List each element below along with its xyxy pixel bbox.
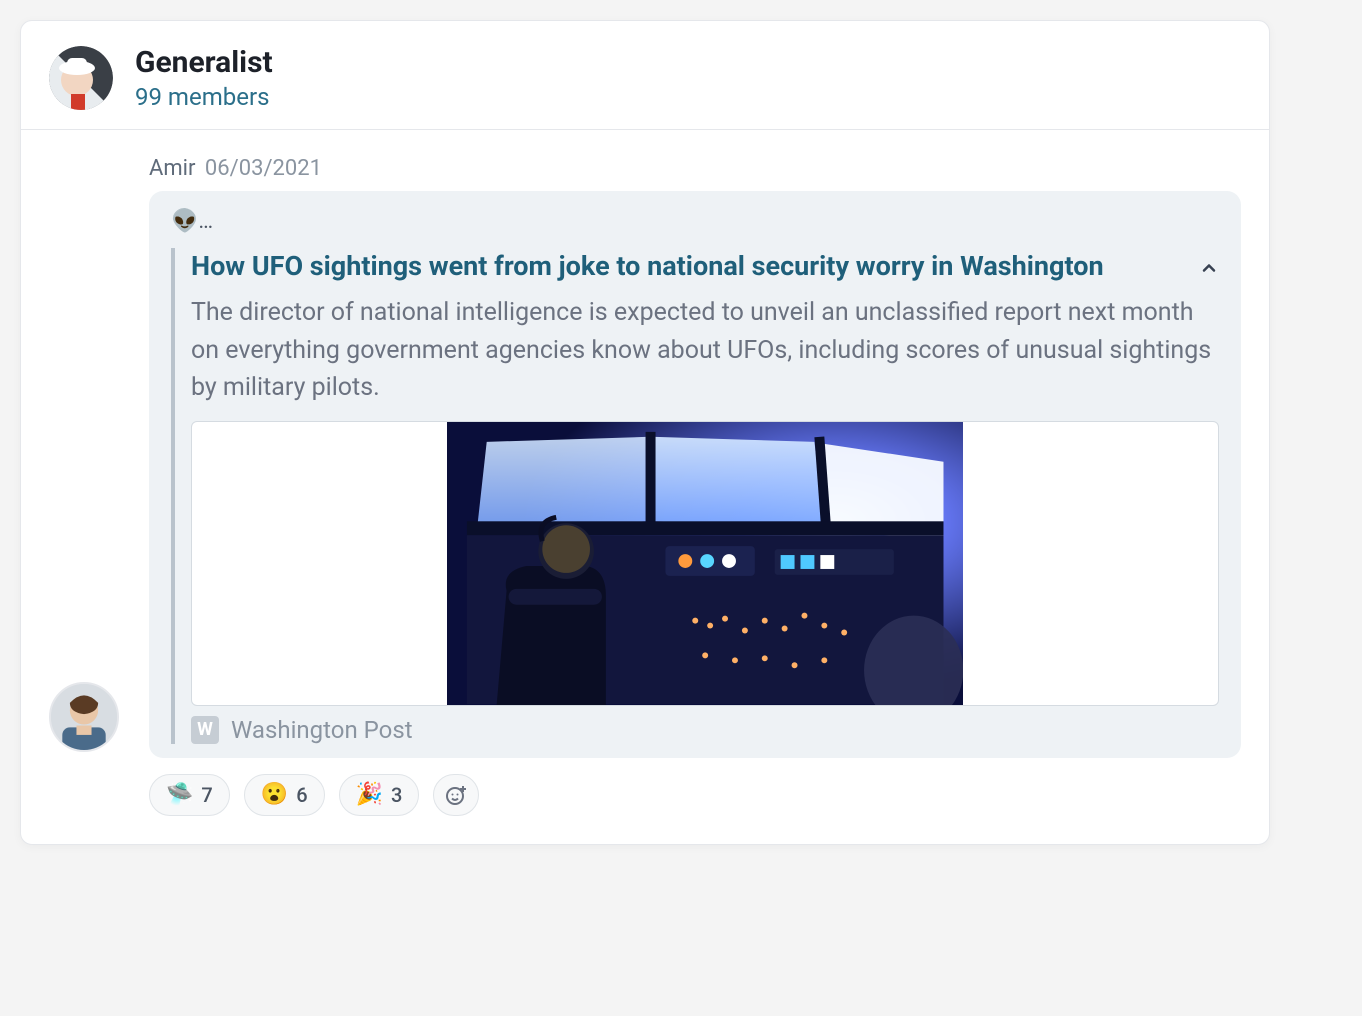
reaction-chip[interactable]: 🛸 7 — [149, 774, 230, 816]
link-image[interactable] — [191, 421, 1219, 706]
reaction-chip[interactable]: 😮 6 — [244, 774, 325, 816]
message-bubble: 👽… How UFO sightings went from joke to n… — [149, 191, 1241, 758]
post-card: Generalist 99 members Amir 06/03/2021 👽…… — [20, 20, 1270, 845]
collapse-toggle[interactable] — [1199, 258, 1219, 282]
reaction-count: 7 — [201, 783, 212, 807]
reactions-bar: 🛸 7 😮 6 🎉 3 — [149, 774, 1241, 816]
reaction-chip[interactable]: 🎉 3 — [339, 774, 420, 816]
group-header: Generalist 99 members — [21, 21, 1269, 130]
link-preview: How UFO sightings went from joke to nati… — [171, 248, 1219, 744]
link-description: The director of national intelligence is… — [191, 294, 1219, 407]
source-name: Washington Post — [231, 716, 413, 744]
reaction-count: 3 — [391, 783, 402, 807]
group-title[interactable]: Generalist — [135, 45, 273, 81]
reaction-emoji: 😮 — [261, 784, 288, 806]
source-badge-icon: W — [191, 716, 219, 744]
link-source[interactable]: W Washington Post — [191, 716, 1219, 744]
reaction-count: 6 — [296, 783, 307, 807]
post-author[interactable]: Amir — [149, 156, 195, 181]
group-avatar[interactable] — [49, 46, 113, 110]
group-info: Generalist 99 members — [135, 45, 273, 111]
post-meta: Amir 06/03/2021 — [149, 156, 1241, 181]
reaction-emoji: 🎉 — [356, 784, 383, 806]
reaction-emoji: 🛸 — [166, 784, 193, 806]
add-reaction-icon — [444, 783, 468, 807]
add-reaction-button[interactable] — [433, 774, 479, 816]
message-text: 👽… — [171, 209, 1219, 234]
post-date: 06/03/2021 — [205, 156, 322, 181]
group-members[interactable]: 99 members — [135, 83, 273, 111]
post-body: Amir 06/03/2021 👽… How UFO sightings wen… — [21, 130, 1269, 844]
link-title[interactable]: How UFO sightings went from joke to nati… — [191, 248, 1179, 284]
author-avatar[interactable] — [49, 682, 119, 752]
